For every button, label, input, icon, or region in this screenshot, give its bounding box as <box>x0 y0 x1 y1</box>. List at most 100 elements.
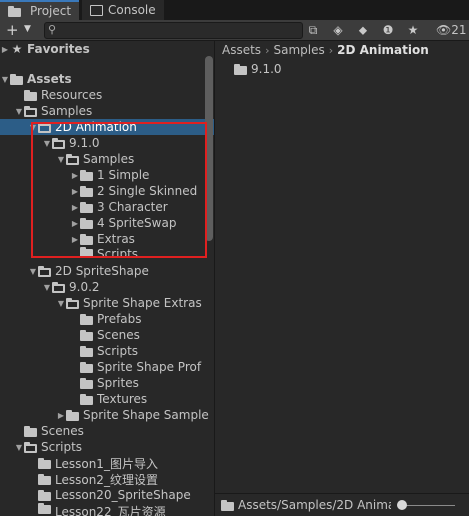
chevron-down-icon[interactable]: ▼ <box>56 299 66 308</box>
tree-item-prefabs[interactable]: Prefabs <box>0 311 214 327</box>
content-folder-item[interactable]: 9.1.0 <box>234 62 282 76</box>
folder-icon <box>38 503 52 514</box>
tree-label: Textures <box>97 392 148 406</box>
chevron-right-icon[interactable]: ▶ <box>70 203 80 212</box>
breadcrumb: Assets › Samples › 2D Animation <box>222 42 429 58</box>
folder-icon <box>80 393 94 405</box>
tree-item-9-0-2[interactable]: ▼ 9.0.2 <box>0 279 214 295</box>
folder-icon <box>38 473 52 485</box>
chevron-down-icon[interactable]: ▼ <box>56 155 66 164</box>
tab-console-label: Console <box>108 3 156 17</box>
search-input[interactable]: ⚲ <box>44 22 303 39</box>
tree-label: Assets <box>27 72 72 86</box>
tree-item-scenes-inner[interactable]: Scenes <box>0 327 214 343</box>
tree-item-9-1-0[interactable]: ▼ 9.1.0 <box>0 135 214 151</box>
folder-icon <box>80 217 94 229</box>
chevron-right-icon: › <box>265 43 270 57</box>
tree-item-samples-inner[interactable]: ▼ Samples <box>0 151 214 167</box>
tree-item-3-character[interactable]: ▶ 3 Character <box>0 199 214 215</box>
tree-label: 9.0.2 <box>69 280 100 294</box>
tree-item-1-simple[interactable]: ▶ 1 Simple <box>0 167 214 183</box>
chevron-down-icon[interactable]: ▼ <box>42 139 52 148</box>
favorite-star-icon[interactable]: ★ <box>404 22 422 38</box>
folder-icon <box>80 345 94 357</box>
tree-item-sprites[interactable]: Sprites <box>0 375 214 391</box>
tree-label: Favorites <box>27 42 90 56</box>
tree-item-scripts[interactable]: ▼ Scripts <box>0 439 214 455</box>
tree-item-textures[interactable]: Textures <box>0 391 214 407</box>
chevron-right-icon: › <box>328 43 334 57</box>
tree-item-extras[interactable]: ▶ Extras <box>0 231 214 247</box>
filter-by-label-icon[interactable]: ⬥ <box>354 22 372 38</box>
chevron-right-icon[interactable]: ▶ <box>70 187 80 196</box>
tab-project[interactable]: Project <box>0 0 80 20</box>
tree-label: Scripts <box>97 247 139 257</box>
breadcrumb-item[interactable]: Samples <box>273 43 324 57</box>
selected-path: Assets/Samples/2D Animatio <box>221 498 391 512</box>
tree-item-samples[interactable]: ▼ Samples <box>0 103 214 119</box>
folder-icon <box>80 169 94 181</box>
tree-item-favorites[interactable]: ▶ ★ Favorites <box>0 41 205 57</box>
project-toolbar: + ▼ ⚲ ⧉ ◈ ⬥ ❶ ★ 👁21 <box>0 20 469 41</box>
tree-item-sprite-shape-sample[interactable]: ▶ Sprite Shape Sample <box>0 407 214 423</box>
tree-item-sprite-shape-extras[interactable]: ▼ Sprite Shape Extras <box>0 295 214 311</box>
tree-label: Samples <box>41 104 93 118</box>
add-button[interactable]: + <box>6 21 19 39</box>
chevron-down-icon[interactable]: ▼ <box>42 283 52 292</box>
zoom-slider-track[interactable] <box>400 505 455 506</box>
chevron-down-icon[interactable]: ▼ <box>14 107 24 116</box>
tree-label: 2D Animation <box>55 120 137 134</box>
chevron-right-icon[interactable]: ▶ <box>70 171 80 180</box>
log-message-icon[interactable]: ❶ <box>379 22 397 38</box>
tree-item-assets[interactable]: ▼ Assets <box>0 71 205 87</box>
tree-item-scripts-inner[interactable]: Scripts <box>0 343 214 359</box>
folder-icon <box>221 499 235 511</box>
breadcrumb-item-current[interactable]: 2D Animation <box>337 43 429 57</box>
status-bar: Assets/Samples/2D Animatio <box>215 493 469 516</box>
folder-icon <box>80 233 94 245</box>
tree-item-resources[interactable]: Resources <box>0 87 214 103</box>
chevron-down-icon[interactable]: ▼ <box>24 24 31 34</box>
chevron-right-icon[interactable]: ▶ <box>70 235 80 244</box>
folder-open-icon <box>52 137 66 149</box>
breadcrumb-item[interactable]: Assets <box>222 43 261 57</box>
folder-open-icon <box>52 281 66 293</box>
tree-label: 9.1.0 <box>69 136 100 150</box>
tree-item-4-spriteswap[interactable]: ▶ 4 SpriteSwap <box>0 215 214 231</box>
tree-label: 2D SpriteShape <box>55 264 149 278</box>
chevron-down-icon[interactable]: ▼ <box>28 267 38 276</box>
tree-item-scenes[interactable]: Scenes <box>0 423 214 439</box>
tree-label: Scripts <box>97 344 139 358</box>
tree-item-lesson20[interactable]: Lesson20_SpriteShape <box>0 487 214 503</box>
chevron-right-icon[interactable]: ▶ <box>56 411 66 420</box>
zoom-slider-handle[interactable] <box>397 500 407 510</box>
hidden-packages-toggle[interactable]: 👁21 <box>436 23 467 37</box>
folder-icon <box>80 313 94 325</box>
chevron-right-icon[interactable]: ▶ <box>70 219 80 228</box>
tree-label: Prefabs <box>97 312 142 326</box>
folder-open-icon <box>24 105 38 117</box>
chevron-down-icon[interactable]: ▼ <box>28 123 38 132</box>
folder-icon <box>24 425 38 437</box>
folder-icon <box>24 89 38 101</box>
tree-scrollbar[interactable] <box>205 56 213 241</box>
chevron-down-icon[interactable]: ▼ <box>14 443 24 452</box>
tree-item-scripts-partial[interactable]: Scripts <box>0 247 214 257</box>
tree-item-lesson1[interactable]: Lesson1_图片导入 <box>0 455 214 471</box>
tree-label: 3 Character <box>97 200 168 214</box>
folder-icon <box>80 185 94 197</box>
tree-item-2-single-skinned[interactable]: ▶ 2 Single Skinned <box>0 183 214 199</box>
tree-item-lesson2[interactable]: Lesson2_纹理设置 <box>0 471 214 487</box>
chevron-right-icon[interactable]: ▶ <box>0 45 10 54</box>
folder-open-icon <box>38 265 52 277</box>
tab-console[interactable]: Console <box>82 0 164 20</box>
tree-item-2d-animation[interactable]: ▼ 2D Animation <box>0 119 214 135</box>
tree-item-sprite-shape-prof[interactable]: Sprite Shape Prof <box>0 359 214 375</box>
search-icon: ⚲ <box>48 23 57 36</box>
chevron-down-icon[interactable]: ▼ <box>0 75 10 84</box>
tree-item-2d-spriteshape[interactable]: ▼ 2D SpriteShape <box>0 263 214 279</box>
folder-icon <box>8 5 22 17</box>
search-by-type-icon[interactable]: ⧉ <box>304 22 322 38</box>
filter-by-type-icon[interactable]: ◈ <box>329 22 347 38</box>
tree-item-lesson22[interactable]: Lesson22_瓦片资源 <box>0 503 214 516</box>
